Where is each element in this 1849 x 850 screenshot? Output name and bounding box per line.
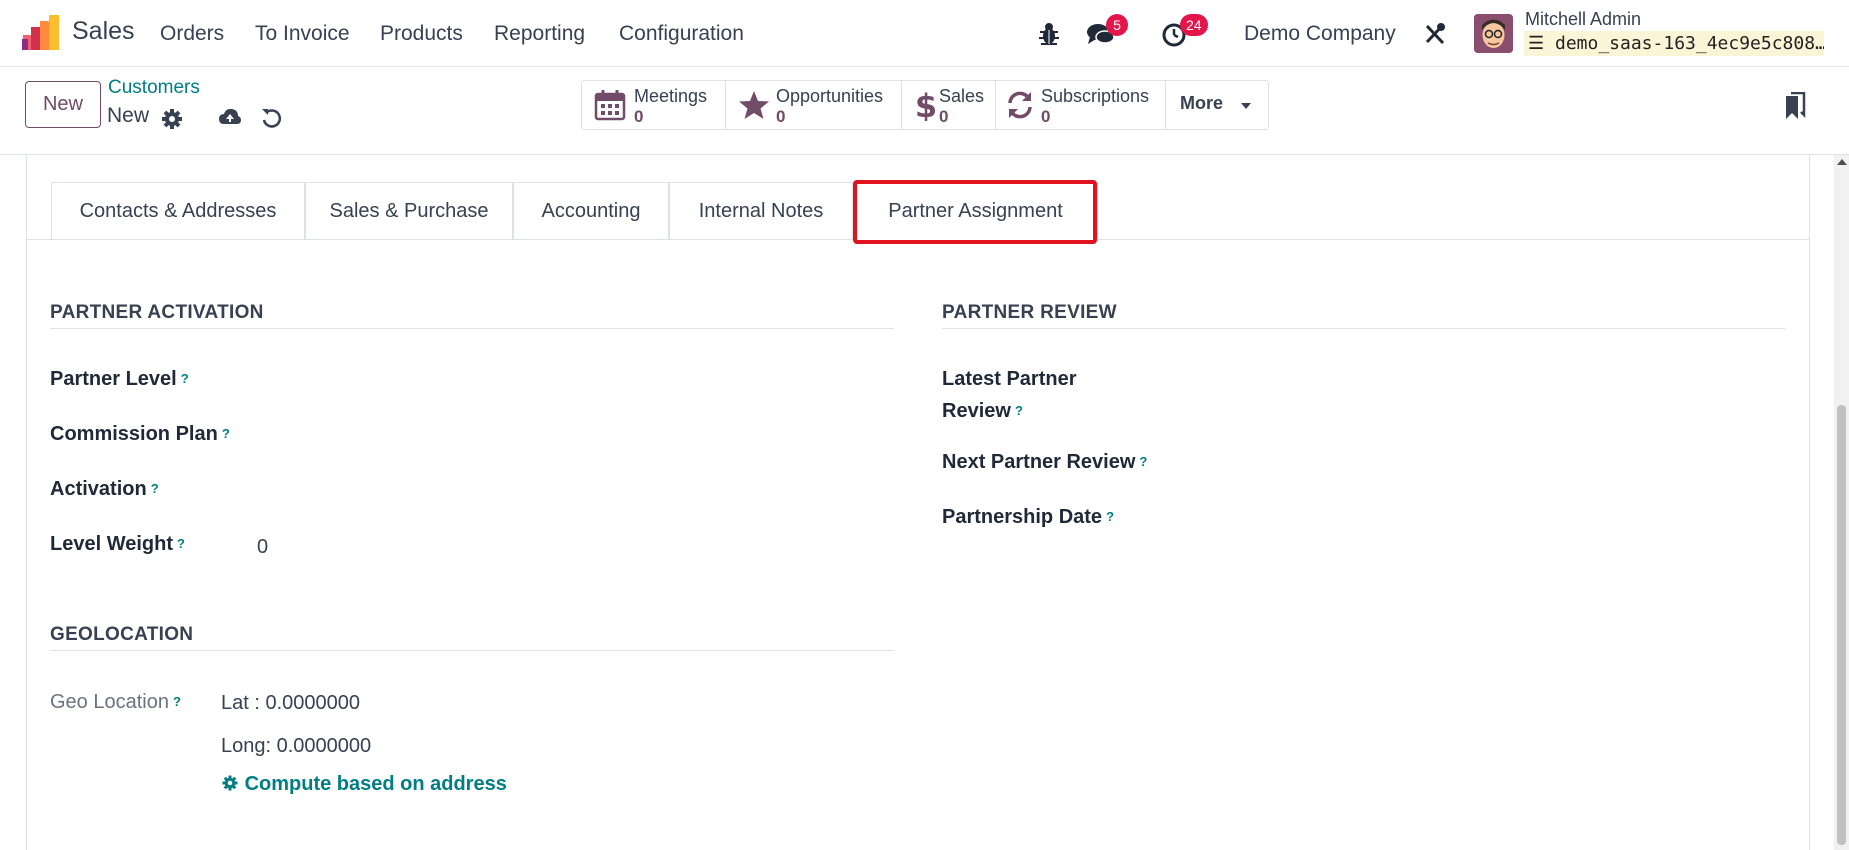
tab-sales-purchase[interactable]: Sales & Purchase [305,182,513,240]
next-partner-review-label: Next Partner Review? [942,446,1147,478]
activation-text: Activation [50,478,147,500]
latest-partner-review-label: Latest Partner Review? [942,363,1077,427]
more-label: More [1180,93,1224,113]
new-button[interactable]: New [25,81,101,128]
latitude-value: Lat : 0.0000000 [221,692,361,714]
opportunities-count: 0 [776,107,786,126]
menu-to-invoice[interactable]: To Invoice [255,22,350,46]
help-tooltip[interactable]: ? [1106,509,1114,524]
more-dropdown[interactable]: More [1166,81,1268,129]
tab-accounting[interactable]: Accounting [513,182,669,240]
bug-icon[interactable] [1034,19,1064,49]
scroll-up-arrow-icon[interactable] [1837,159,1847,165]
next-review-text: Next Partner Review [942,451,1136,473]
geo-location-text: Geo Location [50,691,169,713]
app-logo-icon[interactable] [22,15,62,51]
partner-review-title: PARTNER REVIEW [942,302,1117,323]
scroll-thumb[interactable] [1837,405,1846,845]
tab-contacts-addresses[interactable]: Contacts & Addresses [51,182,305,240]
help-tooltip[interactable]: ? [1015,403,1023,418]
smart-buttons: Meetings 0 Opportunities 0 $ Sales 0 Sub… [581,80,1269,130]
level-weight-text: Level Weight [50,533,173,555]
control-panel: New Customers New Meetings 0 Opportuniti… [0,67,1849,155]
geolocation-title: GEOLOCATION [50,624,194,645]
messages-badge: 5 [1106,14,1128,36]
help-tooltip[interactable]: ? [177,536,185,551]
tools-icon[interactable] [1420,19,1450,49]
smart-button-meetings[interactable]: Meetings 0 [582,81,726,129]
section-divider [942,328,1785,329]
bookmark-icon[interactable] [1784,92,1806,120]
smart-button-sales[interactable]: $ Sales 0 [902,81,996,129]
menu-orders[interactable]: Orders [160,22,224,46]
section-divider [50,650,894,651]
partnership-date-text: Partnership Date [942,506,1103,528]
tab-internal-notes[interactable]: Internal Notes [669,182,853,240]
calendar-icon [594,90,626,121]
company-switcher[interactable]: Demo Company [1244,22,1396,46]
compute-label: Compute based on address [244,773,507,795]
discard-undo-icon[interactable] [259,106,283,130]
commission-plan-label: Commission Plan? [50,418,230,450]
activation-label: Activation? [50,473,159,505]
help-tooltip[interactable]: ? [151,481,159,496]
gear-icon[interactable] [160,107,184,131]
database-name: demo_saas-163_4ec9e5c808… [1554,33,1824,54]
star-icon [739,91,769,119]
gear-icon [222,775,238,791]
refresh-icon [1008,91,1032,119]
smart-button-opportunities[interactable]: Opportunities 0 [726,81,902,129]
breadcrumb-current: New [107,104,150,127]
meetings-count: 0 [634,107,644,126]
sales-label: Sales [939,86,985,106]
dollar-icon: $ [915,89,937,121]
opportunities-label: Opportunities [776,86,884,106]
breadcrumb-customers[interactable]: Customers [108,77,200,99]
avatar[interactable] [1474,14,1513,53]
vertical-scrollbar[interactable] [1834,155,1849,850]
menu-products[interactable]: Products [380,22,463,46]
partnership-date-label: Partnership Date? [942,501,1114,533]
activities-badge: 24 [1180,14,1208,36]
smart-button-subscriptions[interactable]: Subscriptions 0 [996,81,1166,129]
latest-review-text-line1: Latest Partner [942,368,1077,390]
user-avatar-icon [1474,14,1513,53]
database-icon: ☰ [1528,33,1545,54]
partner-level-label: Partner Level? [50,363,189,395]
help-tooltip[interactable]: ? [222,426,230,441]
compute-based-on-address-button[interactable]: Compute based on address [221,773,507,796]
menu-reporting[interactable]: Reporting [494,22,585,46]
subscriptions-count: 0 [1041,107,1051,126]
commission-plan-text: Commission Plan [50,423,218,445]
meetings-label: Meetings [634,86,708,106]
database-tag: ☰ demo_saas-163_4ec9e5c808… [1524,31,1824,56]
level-weight-value[interactable]: 0 [257,536,268,559]
geo-location-label: Geo Location? [50,686,181,718]
menu-configuration[interactable]: Configuration [619,22,744,46]
top-navbar: Sales Orders To Invoice Products Reporti… [0,0,1849,67]
active-tab-highlight [853,180,1097,244]
partner-activation-title: PARTNER ACTIVATION [50,302,264,323]
app-name[interactable]: Sales [72,17,135,46]
section-divider [50,328,894,329]
sales-count: 0 [939,107,949,126]
cloud-upload-icon[interactable] [218,105,242,129]
subscriptions-label: Subscriptions [1041,86,1150,106]
partner-level-text: Partner Level [50,368,177,390]
user-name[interactable]: Mitchell Admin [1525,9,1641,30]
latest-review-text-line2: Review [942,400,1011,422]
longitude-value: Long: 0.0000000 [221,735,372,757]
caret-down-icon [1241,103,1251,109]
help-tooltip[interactable]: ? [1139,454,1147,469]
level-weight-label: Level Weight? [50,528,185,560]
help-tooltip[interactable]: ? [173,694,181,709]
svg-text:$: $ [915,89,937,121]
help-tooltip[interactable]: ? [181,371,189,386]
